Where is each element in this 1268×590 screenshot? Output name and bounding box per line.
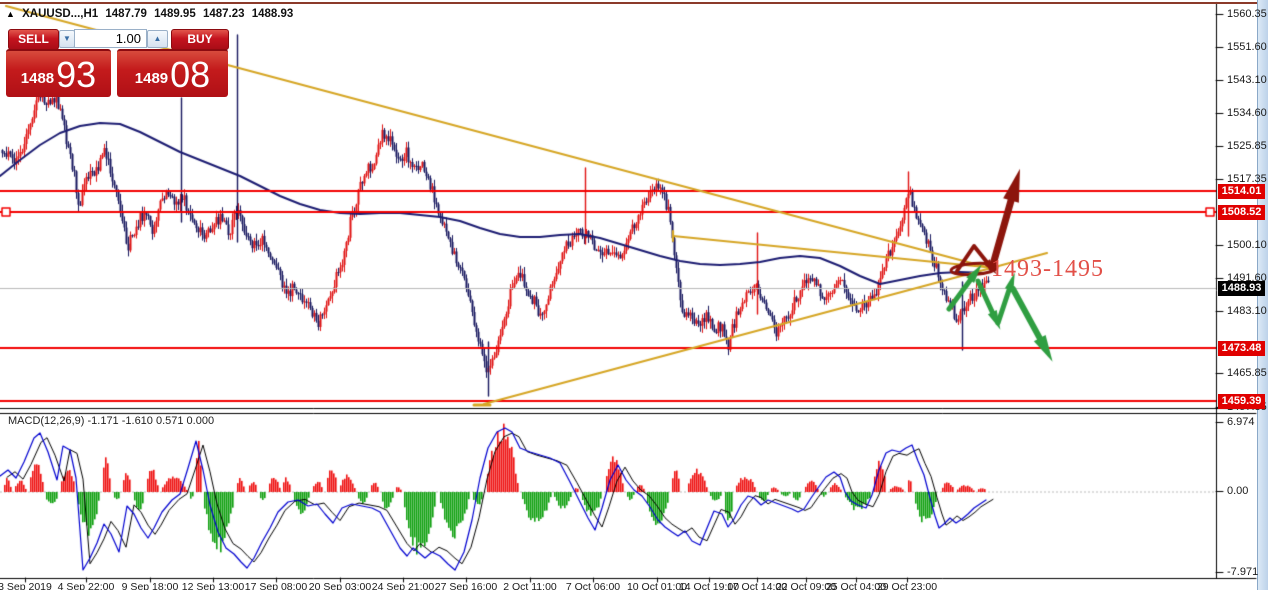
time-tick-label: 24 Sep 21:00 [371,581,435,590]
price-tick-label: 1483.10 [1227,305,1267,317]
high-value: 1489.95 [154,8,196,20]
sell-button[interactable]: SELL [8,29,59,50]
macd-scale-label: 6.974 [1227,416,1255,428]
buy-price-big: 08 [170,54,211,95]
macd-scale-label: -7.971 [1227,566,1259,578]
time-tick-label: 12 Sep 13:00 [181,581,245,590]
symbol-timeframe-label: XAUUSD...,H1 [22,8,99,20]
volume-input[interactable] [74,29,147,48]
price-tick-label: 1551.60 [1227,41,1267,53]
price-tick-label: 1560.35 [1227,8,1267,20]
time-tick-label: 7 Oct 06:00 [565,581,621,590]
low-value: 1487.23 [202,8,245,20]
price-tick-label: 1525.85 [1227,140,1267,152]
time-tick-label: 29 Oct 23:00 [876,581,938,590]
time-tick-label: 4 Sep 22:00 [57,581,115,590]
price-range-annotation: 1493-1495 [991,256,1104,282]
window-top-border [0,2,1257,4]
price-tick-label: 1543.10 [1227,74,1267,86]
open-value: 1487.79 [105,8,147,20]
level-price-badge: 1508.52 [1218,204,1265,220]
sell-price-small: 1488 [20,70,55,87]
price-tick-label: 1534.60 [1227,107,1267,119]
volume-decrease-button[interactable]: ▼ [59,30,75,48]
price-tick-label: 1465.85 [1227,367,1267,379]
collapse-panel-icon[interactable]: ▲ [6,9,15,19]
time-tick-label: 20 Sep 03:00 [308,581,372,590]
chart-title: ▲ XAUUSD...,H1 1487.79 1489.95 1487.23 1… [6,8,297,20]
volume-increase-button[interactable]: ▲ [147,30,168,48]
buy-button[interactable]: BUY [171,29,229,50]
level-price-badge: 1459.39 [1218,393,1265,409]
time-tick-label: 3 Sep 2019 [0,581,52,590]
macd-indicator-label: MACD(12,26,9) -1.171 -1.610 0.571 0.000 [8,415,214,427]
price-tick-label: 1500.10 [1227,239,1267,251]
buy-price-panel[interactable]: 1489 08 [117,49,228,97]
sell-price-panel[interactable]: 1488 93 [6,49,111,97]
sell-price-big: 93 [56,54,97,95]
level-price-badge: 1473.48 [1218,340,1265,356]
time-tick-label: 27 Sep 16:00 [434,581,498,590]
macd-scale-label: 0.00 [1227,485,1249,497]
close-value: 1488.93 [251,8,294,20]
time-tick-label: 17 Sep 08:00 [244,581,308,590]
macd-values: -1.171 -1.610 0.571 0.000 [87,415,215,427]
macd-name: MACD(12,26,9) [8,415,85,427]
time-tick-label: 2 Oct 11:00 [503,581,557,590]
trading-terminal-window: ▲ XAUUSD...,H1 1487.79 1489.95 1487.23 1… [0,0,1268,590]
time-tick-label: 9 Sep 18:00 [121,581,179,590]
level-price-badge: 1514.01 [1218,183,1265,199]
current-price-badge: 1488.93 [1218,280,1265,296]
buy-price-small: 1489 [134,70,169,87]
